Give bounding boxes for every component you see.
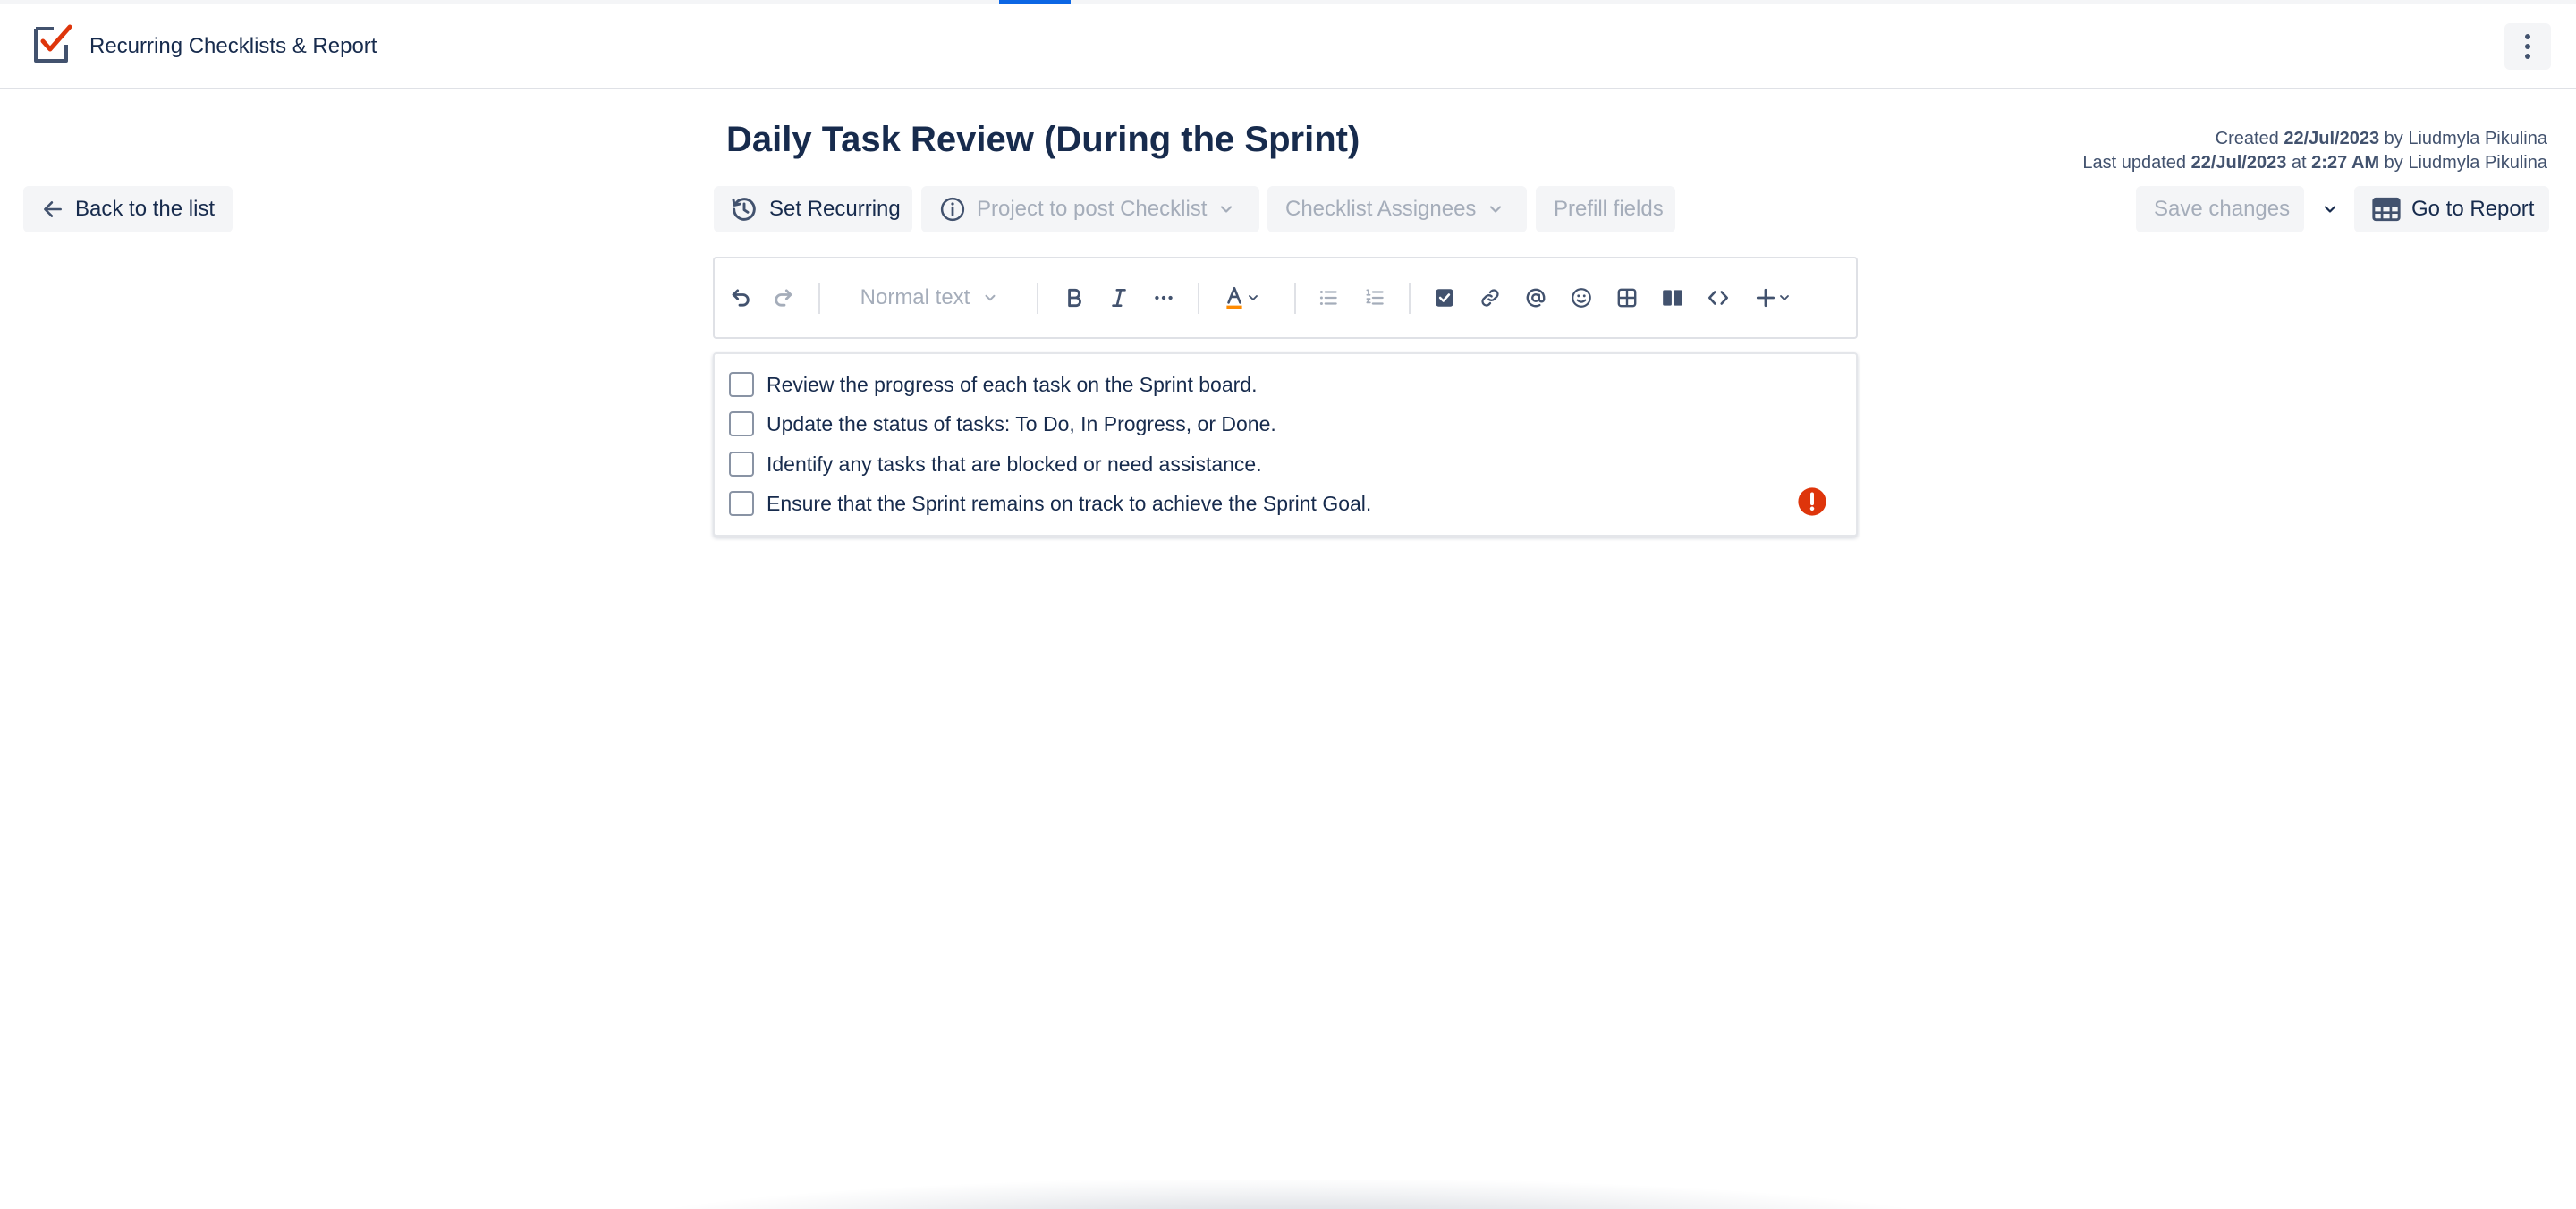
chevron-down-icon [1249, 295, 1258, 300]
toolbar-separator [1037, 283, 1038, 314]
task-text[interactable]: Review the progress of each task on the … [767, 373, 1257, 397]
task-text[interactable]: Update the status of tasks: To Do, In Pr… [767, 412, 1276, 436]
chevron-down-icon [2324, 206, 2336, 213]
updated-date: 22/Jul/2023 [2190, 153, 2287, 173]
italic-icon [1112, 289, 1126, 307]
task-item: Identify any tasks that are blocked or n… [729, 450, 1262, 478]
emoji-button[interactable] [1560, 258, 1603, 337]
page-title: Daily Task Review (During the Sprint) [726, 120, 1360, 159]
task-item: Review the progress of each task on the … [729, 370, 1257, 399]
plus-icon [1756, 288, 1775, 308]
editor-toolbar: Normal text [713, 257, 1858, 339]
redo-button[interactable] [765, 258, 804, 337]
prefill-fields-button[interactable]: Prefill fields [1536, 186, 1675, 232]
task-checkbox[interactable] [729, 452, 754, 477]
checklist-assignees-select[interactable]: Checklist Assignees [1267, 186, 1527, 232]
more-formatting-button[interactable] [1142, 258, 1185, 337]
error-icon[interactable] [1797, 486, 1827, 517]
project-to-post-select[interactable]: Project to post Checklist [921, 186, 1259, 232]
bullet-list-icon [1319, 290, 1337, 306]
app-window: Recurring Checklists & Report Daily Task… [0, 0, 2576, 1209]
action-item-button[interactable] [1423, 258, 1466, 337]
created-date: 22/Jul/2023 [2284, 129, 2380, 148]
italic-button[interactable] [1097, 258, 1140, 337]
text-style-select[interactable]: Normal text [849, 258, 1010, 337]
updated-line: Last updated 22/Jul/2023 at 2:27 AM by L… [2082, 153, 2547, 173]
link-icon [1481, 289, 1499, 307]
emoji-icon [1572, 288, 1591, 308]
mention-button[interactable] [1514, 258, 1557, 337]
chevron-down-icon [985, 294, 996, 301]
table-icon [2372, 197, 2401, 222]
undo-button[interactable] [720, 258, 759, 337]
table-insert-button[interactable] [1606, 258, 1648, 337]
set-recurring-button[interactable]: Set Recurring [714, 186, 912, 232]
task-checkbox[interactable] [729, 372, 754, 397]
bullet-list-button[interactable] [1307, 258, 1350, 337]
updated-by: Liudmyla Pikulina [2408, 153, 2547, 173]
undo-icon [732, 289, 750, 307]
dot-icon [2525, 44, 2530, 49]
toolbar-separator [1409, 283, 1411, 314]
layout-button[interactable] [1651, 258, 1694, 337]
bold-button[interactable] [1053, 258, 1096, 337]
more-options-button[interactable] [2504, 23, 2551, 70]
chevron-down-icon [1780, 295, 1789, 300]
toolbar-separator [1198, 283, 1199, 314]
bottom-shadow [626, 1180, 1950, 1209]
created-by: Liudmyla Pikulina [2408, 129, 2547, 148]
go-to-report-button[interactable]: Go to Report [2354, 186, 2549, 232]
task-item: Update the status of tasks: To Do, In Pr… [729, 410, 1276, 438]
app-name: Recurring Checklists & Report [89, 34, 377, 58]
numbered-list-icon [1366, 289, 1384, 305]
checklist-meta: Created 22/Jul/2023 by Liudmyla Pikulina… [2082, 127, 2547, 175]
checklist-editor[interactable]: Review the progress of each task on the … [713, 352, 1858, 537]
text-color-icon [1226, 286, 1242, 309]
task-checkbox[interactable] [729, 491, 754, 516]
code-block-button[interactable] [1697, 258, 1740, 337]
dot-icon [2525, 54, 2530, 59]
toolbar-separator [818, 283, 820, 314]
back-to-list-button[interactable]: Back to the list [23, 186, 233, 232]
toolbar-separator [1294, 283, 1296, 314]
task-item: Ensure that the Sprint remains on track … [729, 489, 1371, 518]
more-horizontal-icon [1155, 295, 1173, 300]
chevron-down-icon [1221, 206, 1233, 213]
link-button[interactable] [1469, 258, 1512, 337]
text-color-button[interactable] [1212, 258, 1271, 337]
bold-icon [1068, 288, 1081, 308]
info-icon [940, 197, 965, 222]
checkbox-checked-icon [1436, 289, 1453, 307]
table-grid-icon [1617, 288, 1637, 308]
created-line: Created 22/Jul/2023 by Liudmyla Pikulina [2215, 129, 2547, 148]
updated-time: 2:27 AM [2311, 153, 2380, 173]
save-options-dropdown[interactable] [2308, 186, 2352, 232]
task-checkbox[interactable] [729, 411, 754, 436]
code-icon [1707, 291, 1729, 305]
mention-icon [1526, 288, 1546, 308]
arrow-left-icon [44, 201, 62, 217]
dot-icon [2525, 34, 2530, 39]
chevron-down-icon [1490, 206, 1502, 213]
numbered-list-button[interactable] [1353, 258, 1396, 337]
task-text[interactable]: Identify any tasks that are blocked or n… [767, 452, 1262, 477]
task-text[interactable]: Ensure that the Sprint remains on track … [767, 492, 1371, 516]
insert-more-button[interactable] [1745, 258, 1801, 337]
app-header: Recurring Checklists & Report [0, 4, 2576, 89]
columns-layout-icon [1663, 290, 1682, 306]
save-changes-button[interactable]: Save changes [2136, 186, 2304, 232]
redo-icon [775, 289, 792, 307]
checklist-logo-icon [34, 24, 72, 63]
history-icon [732, 198, 756, 221]
